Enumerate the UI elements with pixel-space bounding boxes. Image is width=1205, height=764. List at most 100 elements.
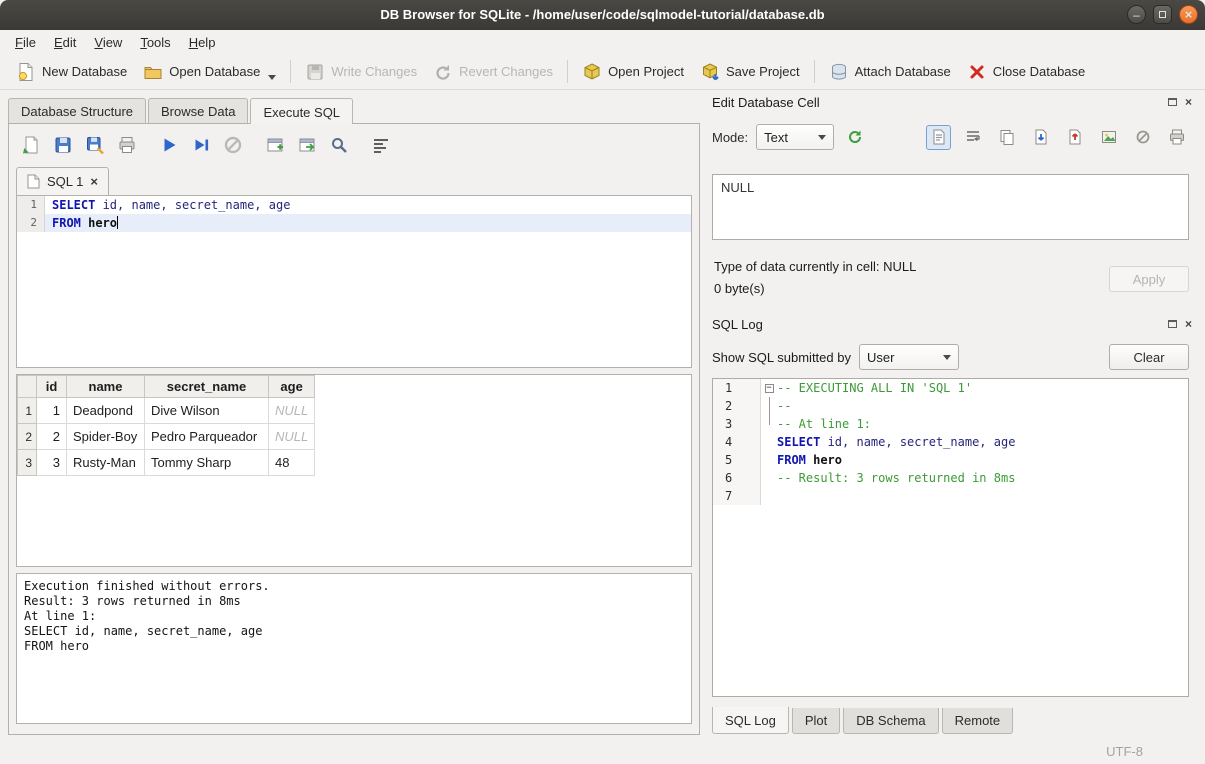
save-sql-file-button[interactable]: [49, 132, 76, 158]
column-header-secret-name[interactable]: secret_name: [145, 376, 269, 398]
new-database-button[interactable]: New Database: [8, 58, 135, 86]
clear-log-button[interactable]: Clear: [1109, 344, 1189, 370]
stop-execution-button[interactable]: [219, 132, 246, 158]
results-header-row: id name secret_name age: [18, 376, 315, 398]
close-dock-icon[interactable]: ×: [1185, 96, 1192, 108]
row-header[interactable]: 2: [18, 424, 37, 450]
import-cell-data-button[interactable]: [1028, 125, 1053, 150]
open-database-dropdown-icon[interactable]: [268, 75, 276, 80]
sql-tab-close-icon[interactable]: ×: [90, 175, 98, 188]
save-sql-file-as-icon: [85, 135, 105, 155]
tab-execute-sql[interactable]: Execute SQL: [250, 98, 353, 124]
column-header-id[interactable]: id: [37, 376, 67, 398]
cell-secret-name[interactable]: Pedro Parqueador: [145, 424, 269, 450]
format-sql-button[interactable]: [367, 132, 394, 158]
titlebar[interactable]: DB Browser for SQLite - /home/user/code/…: [0, 0, 1205, 30]
cell-secret-name[interactable]: Tommy Sharp: [145, 450, 269, 476]
toolbar-separator: [290, 60, 291, 83]
sql-editor[interactable]: 1 SELECT id, name, secret_name, age 2 FR…: [16, 195, 692, 368]
copy-cell-button[interactable]: [994, 125, 1019, 150]
message-line: SELECT id, name, secret_name, age: [24, 624, 684, 639]
column-header-name[interactable]: name: [67, 376, 145, 398]
column-header-age[interactable]: age: [269, 376, 315, 398]
cell-editor[interactable]: NULL: [712, 174, 1189, 240]
tab-sql-log[interactable]: SQL Log: [712, 707, 789, 734]
log-filter-label: Show SQL submitted by: [712, 350, 851, 365]
close-button[interactable]: ×: [1179, 5, 1198, 24]
tab-db-schema[interactable]: DB Schema: [843, 708, 938, 734]
tab-database-structure[interactable]: Database Structure: [8, 98, 146, 123]
new-query-tab-button[interactable]: [261, 132, 288, 158]
save-sql-file-as-button[interactable]: [81, 132, 108, 158]
execute-all-button[interactable]: [155, 132, 182, 158]
menu-file[interactable]: File: [6, 32, 45, 53]
revert-changes-button[interactable]: Revert Changes: [425, 58, 561, 86]
cell-size-info: 0 byte(s): [714, 281, 765, 296]
mode-select[interactable]: Text: [756, 124, 834, 150]
cell-name[interactable]: Deadpond: [67, 398, 145, 424]
cell-age[interactable]: NULL: [269, 424, 315, 450]
tab-remote[interactable]: Remote: [942, 708, 1014, 734]
open-sql-file-button[interactable]: [17, 132, 44, 158]
maximize-button[interactable]: [1153, 5, 1172, 24]
set-null-button[interactable]: [1130, 125, 1155, 150]
auto-switch-mode-icon: [846, 128, 864, 146]
row-header[interactable]: 1: [18, 398, 37, 424]
execution-message-area[interactable]: Execution finished without errors. Resul…: [16, 573, 692, 724]
chevron-down-icon: [943, 355, 951, 360]
detach-query-tab-button[interactable]: [293, 132, 320, 158]
word-wrap-button[interactable]: [960, 125, 985, 150]
sql-tab-label: SQL 1: [47, 174, 83, 189]
float-dock-icon[interactable]: [1168, 98, 1177, 106]
menu-tools[interactable]: Tools: [131, 32, 179, 53]
minimize-button[interactable]: –: [1127, 5, 1146, 24]
log-line: 5 FROMhero: [713, 451, 1188, 469]
log-line-number: 7: [713, 487, 761, 505]
encoding-indicator[interactable]: UTF-8: [1106, 744, 1143, 759]
cell-name[interactable]: Spider-Boy: [67, 424, 145, 450]
print-sql-button[interactable]: [113, 132, 140, 158]
export-cell-data-button[interactable]: [1062, 125, 1087, 150]
save-project-icon: [700, 62, 720, 82]
sql-log-dock-header: SQL Log ×: [712, 314, 1192, 334]
fold-guide-line: [769, 397, 770, 415]
log-filter-select[interactable]: User: [859, 344, 959, 370]
menu-help[interactable]: Help: [180, 32, 225, 53]
float-dock-icon[interactable]: [1168, 320, 1177, 328]
apply-button[interactable]: Apply: [1109, 266, 1189, 292]
row-header[interactable]: 3: [18, 450, 37, 476]
close-database-button[interactable]: Close Database: [959, 58, 1094, 86]
cell-age[interactable]: NULL: [269, 398, 315, 424]
cell-id[interactable]: 3: [37, 450, 67, 476]
tab-plot[interactable]: Plot: [792, 708, 840, 734]
cell-name[interactable]: Rusty-Man: [67, 450, 145, 476]
results-area[interactable]: id name secret_name age 1 1 Deadpond Div…: [16, 374, 692, 567]
cell-id[interactable]: 1: [37, 398, 67, 424]
open-project-button[interactable]: Open Project: [574, 58, 692, 86]
close-dock-icon[interactable]: ×: [1185, 318, 1192, 330]
auto-switch-mode-button[interactable]: [842, 125, 867, 150]
set-null-icon: [1134, 128, 1152, 146]
print-cell-button[interactable]: [1164, 125, 1189, 150]
cell-secret-name[interactable]: Dive Wilson: [145, 398, 269, 424]
open-database-button[interactable]: Open Database: [135, 58, 284, 86]
tab-browse-data[interactable]: Browse Data: [148, 98, 248, 123]
execute-current-line-button[interactable]: [187, 132, 214, 158]
cell-age[interactable]: 48: [269, 450, 315, 476]
image-view-button[interactable]: [1096, 125, 1121, 150]
sql-keyword: SELECT: [52, 198, 95, 212]
write-changes-button[interactable]: Write Changes: [297, 58, 425, 86]
sql-log-view[interactable]: 1 − -- EXECUTING ALL IN 'SQL 1' 2 -- 3 -…: [712, 378, 1189, 697]
sql-tab-sql1[interactable]: SQL 1 ×: [16, 167, 109, 195]
attach-database-button[interactable]: Attach Database: [821, 58, 959, 86]
menu-edit[interactable]: Edit: [45, 32, 85, 53]
text-view-button[interactable]: [926, 125, 951, 150]
open-database-icon: [143, 62, 163, 82]
save-project-button[interactable]: Save Project: [692, 58, 808, 86]
find-replace-button[interactable]: [325, 132, 352, 158]
log-line: 6 -- Result: 3 rows returned in 8ms: [713, 469, 1188, 487]
cell-id[interactable]: 2: [37, 424, 67, 450]
image-view-icon: [1100, 128, 1118, 146]
menu-view[interactable]: View: [85, 32, 131, 53]
fold-collapse-icon[interactable]: −: [765, 384, 774, 393]
